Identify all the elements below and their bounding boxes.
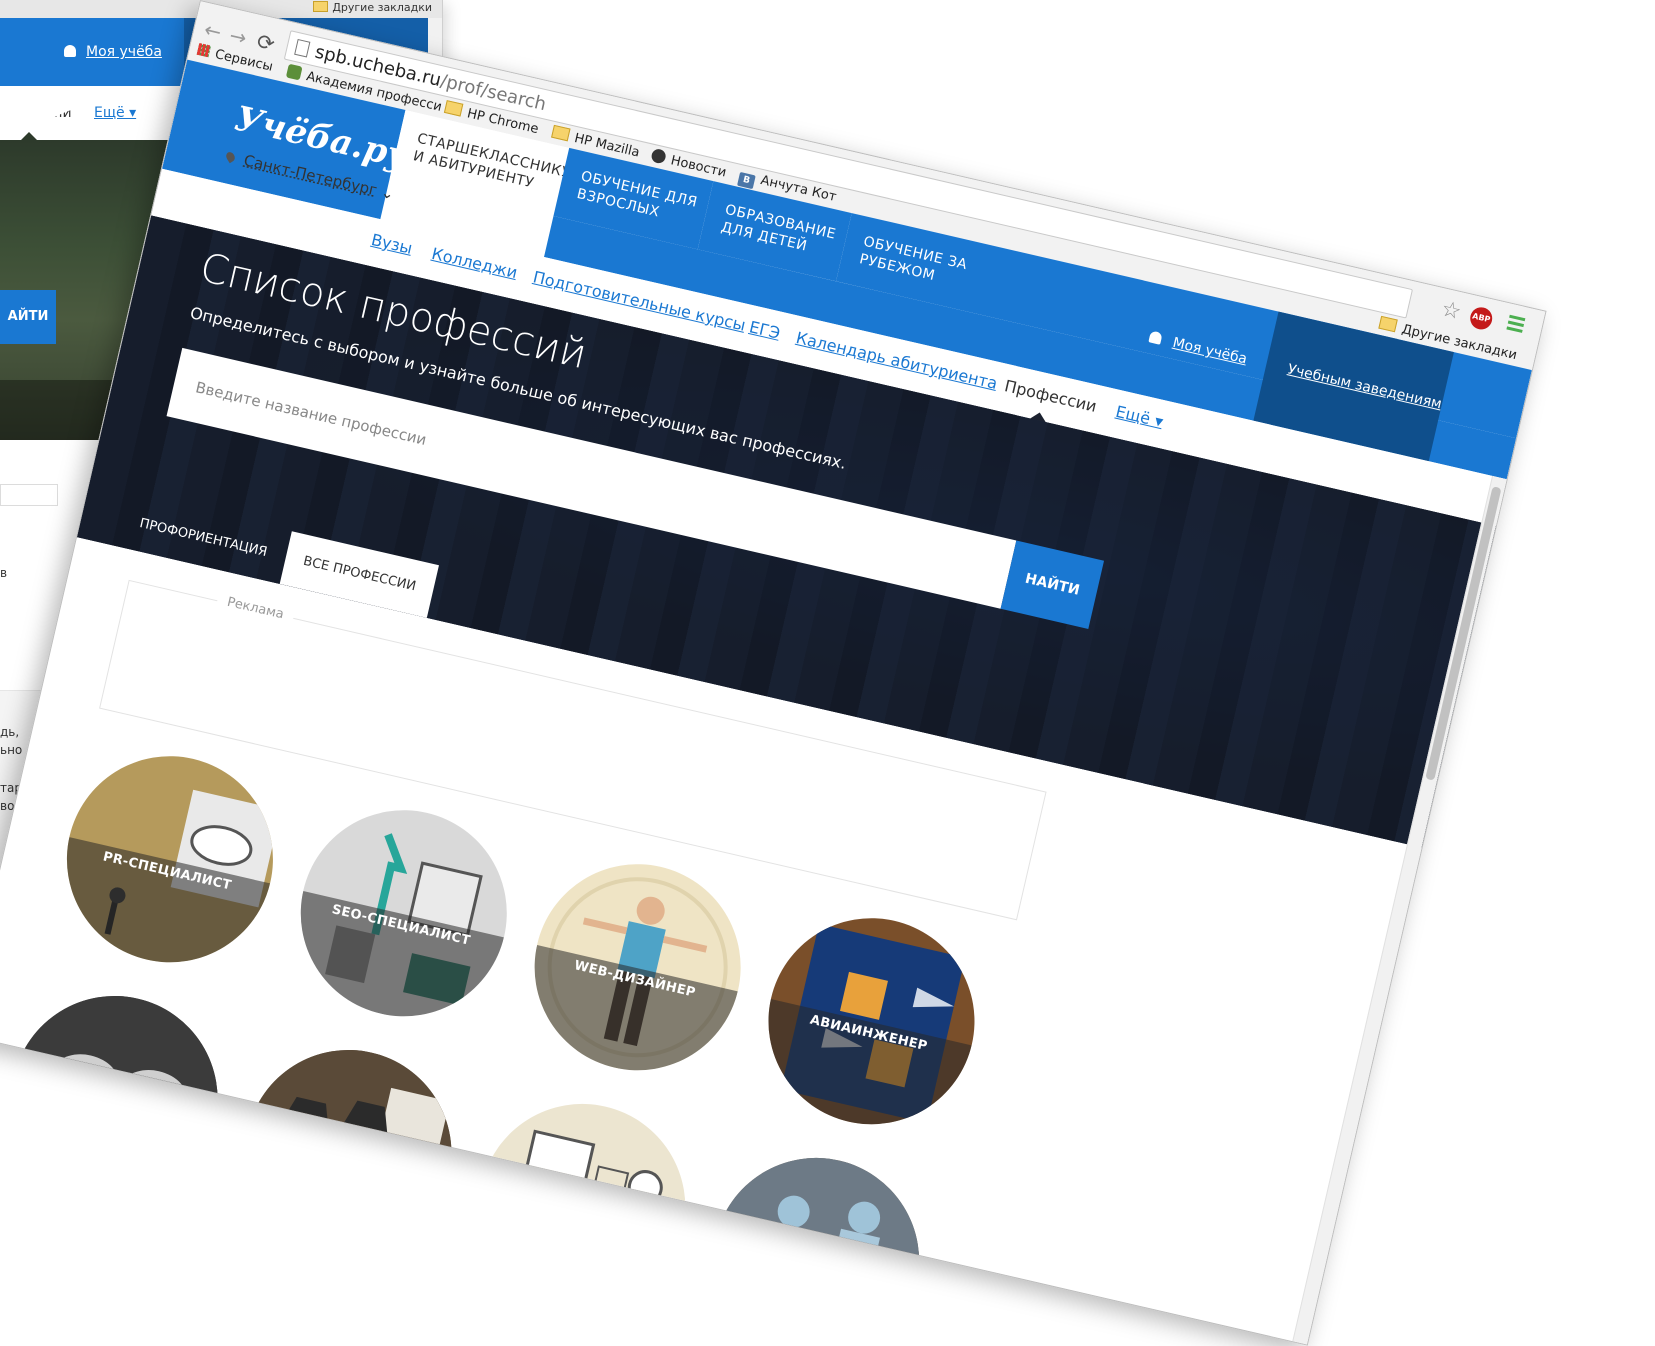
- profession-card[interactable]: PR-СПЕЦИАЛИСТ: [46, 735, 294, 983]
- bg-input-field[interactable]: [0, 484, 58, 506]
- profession-card[interactable]: АВИАИНЖЕНЕР: [747, 897, 996, 1145]
- profession-label: ВЕТЕРИНАР: [767, 1255, 859, 1291]
- card-band: [458, 1184, 683, 1331]
- folder-icon: [443, 100, 464, 117]
- segment-label: ОБУЧЕНИЕ ДЛЯ ВЗРОСЛЫХ: [575, 168, 699, 221]
- accountant-image: [500, 1129, 668, 1232]
- profession-card[interactable]: АРХИТЕКТОР: [224, 1029, 472, 1277]
- bg-text-line: ьно: [0, 743, 23, 757]
- profession-label: БУХГАЛТЕР: [534, 1201, 625, 1237]
- back-arrow-icon[interactable]: ←: [202, 17, 224, 44]
- profession-label: АРХИТЕКТОР: [294, 1146, 397, 1184]
- adblock-icon[interactable]: ABP: [1468, 305, 1495, 332]
- bg-user-link-label: Моя учёба: [86, 44, 162, 60]
- academy-site-icon: [285, 63, 303, 81]
- nav-colleges[interactable]: Колледжи: [430, 244, 519, 282]
- profession-card[interactable]: БУХГАЛТЕР: [458, 1083, 706, 1331]
- folder-icon: [313, 1, 329, 12]
- bg-nav-more[interactable]: Ещё ▾: [94, 105, 136, 121]
- forward-arrow-icon[interactable]: →: [227, 23, 249, 50]
- profession-card[interactable]: SEO-СПЕЦИАЛИСТ: [280, 789, 528, 1037]
- tab-bar: ПРОФОРИЕНТАЦИЯ ВСЕ ПРОФЕССИИ: [135, 498, 440, 618]
- bg-text-line: дь,: [0, 725, 20, 739]
- user-icon: [64, 45, 76, 57]
- architect-image: [224, 1029, 472, 1277]
- menu-icon[interactable]: [1506, 314, 1526, 334]
- bg-user-link[interactable]: Моя учёба: [64, 44, 162, 60]
- nav-ege[interactable]: ЕГЭ: [748, 317, 783, 342]
- bg-bookmark-other-label: Другие закладки: [332, 1, 432, 14]
- auto-mechanic-image: [0, 975, 239, 1223]
- profession-card[interactable]: АВТОМЕХАНИК: [0, 975, 239, 1223]
- bg-find-button[interactable]: АЙТИ: [0, 290, 56, 344]
- apps-grid-icon: [196, 42, 212, 58]
- card-band: [692, 1238, 917, 1346]
- location-pin-icon: [224, 150, 237, 164]
- profession-label: АВТОМЕХАНИК: [52, 1090, 171, 1132]
- reload-icon[interactable]: ⟳: [255, 29, 278, 56]
- bg-text-line: в: [0, 566, 8, 580]
- ad-label: Реклама: [215, 592, 295, 625]
- folder-icon: [551, 124, 571, 142]
- user-icon: [1148, 330, 1163, 345]
- profession-card[interactable]: WEB-ДИЗАЙНЕР: [514, 843, 762, 1091]
- folder-icon: [1378, 315, 1398, 333]
- nav-more[interactable]: Ещё ▾: [1114, 402, 1165, 431]
- veterinarian-image: [692, 1137, 940, 1346]
- institutions-label: Учебным заведениям: [1286, 361, 1444, 413]
- page-icon: [294, 38, 311, 58]
- segment-label: ОБУЧЕНИЕ ЗА РУБЕЖОМ: [857, 233, 969, 285]
- main-browser-window: ← → ⟳ spb.ucheba.ru/prof/search ☆ ABP Се…: [0, 0, 1547, 1346]
- segment-label: ОБРАЗОВАНИЕ ДЛЯ ДЕТЕЙ: [719, 201, 838, 255]
- card-band: [0, 1076, 215, 1223]
- nav-professions[interactable]: Профессии: [1003, 376, 1099, 416]
- bg-bookmark-other[interactable]: Другие закладки: [313, 1, 432, 14]
- news-icon: [650, 147, 668, 165]
- card-band: [224, 1130, 449, 1277]
- nav-universities[interactable]: Вузы: [369, 230, 414, 258]
- star-icon[interactable]: ☆: [1439, 297, 1464, 326]
- profession-card[interactable]: ВЕТЕРИНАР: [692, 1137, 940, 1346]
